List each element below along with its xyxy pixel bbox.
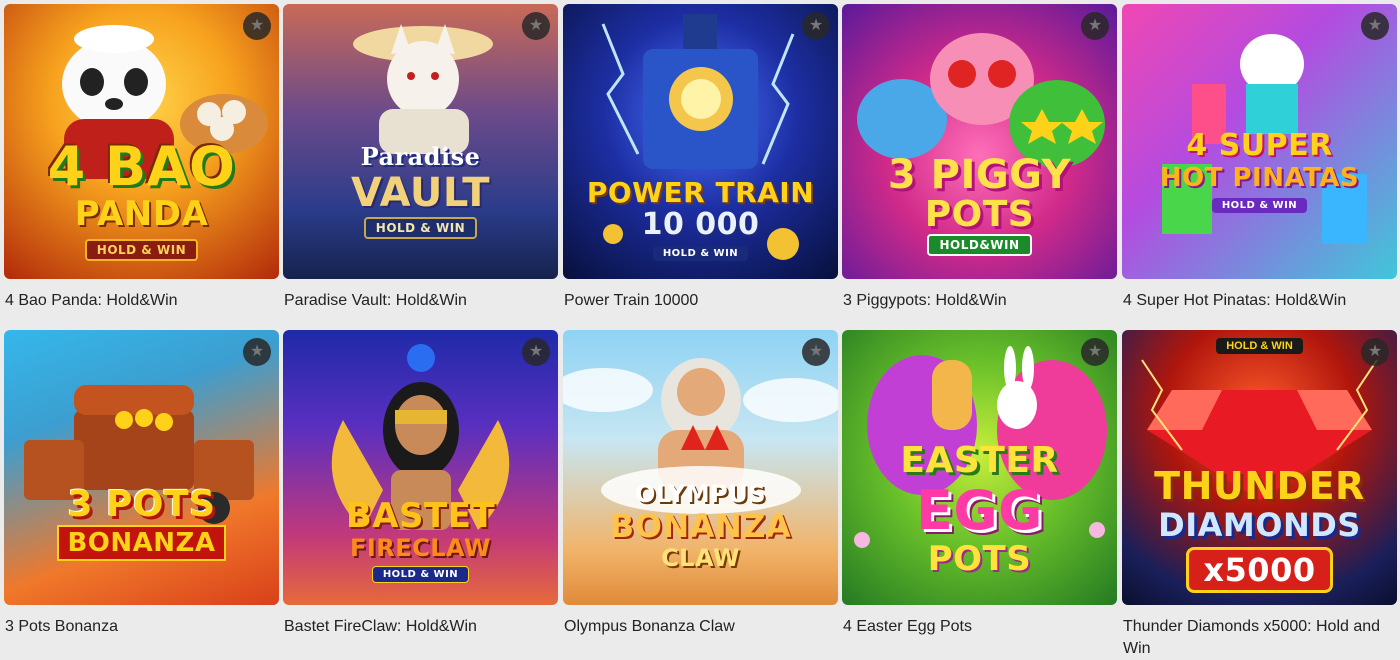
logo-line-3: CLAW xyxy=(661,544,740,572)
favorite-star-icon[interactable]: ★ xyxy=(802,12,830,40)
logo-line-1: THUNDER xyxy=(1154,464,1365,508)
game-logo: POWER TRAIN 10 000 HOLD & WIN xyxy=(563,176,838,261)
game-card[interactable]: 3 PIGGY POTS HOLD&WIN ★ 3 Piggypots: Hol… xyxy=(842,4,1117,312)
favorite-star-icon[interactable]: ★ xyxy=(243,12,271,40)
game-title[interactable]: Thunder Diamonds x5000: Hold and Win xyxy=(1122,616,1397,660)
logo-line-3: POTS xyxy=(927,539,1032,579)
game-title[interactable]: Paradise Vault: Hold&Win xyxy=(283,290,558,312)
game-thumbnail-olympus-bonanza-claw[interactable]: OLYMPUS BONANZA CLAW ★ xyxy=(563,330,838,605)
logo-line-1: 3 POTS xyxy=(67,484,216,525)
game-card[interactable]: OLYMPUS BONANZA CLAW ★ Olympus Bonanza C… xyxy=(563,330,838,638)
game-card[interactable]: EASTER EGG POTS ★ 4 Easter Egg Pots xyxy=(842,330,1117,638)
logo-line-2: POTS xyxy=(924,194,1035,235)
logo-line-3: x5000 xyxy=(1186,547,1333,593)
game-card[interactable]: 4 SUPER HOT PINATAS HOLD & WIN ★ 4 Super… xyxy=(1122,4,1397,312)
game-thumbnail-paradise-vault[interactable]: Paradise VAULT HOLD & WIN ★ xyxy=(283,4,558,279)
favorite-star-icon[interactable]: ★ xyxy=(1081,338,1109,366)
game-logo: 4 BAO PANDA HOLD & WIN xyxy=(4,139,279,261)
game-card[interactable]: Paradise VAULT HOLD & WIN ★ Paradise Vau… xyxy=(283,4,558,312)
logo-line-1: 4 BAO xyxy=(47,135,236,198)
game-title[interactable]: 4 Easter Egg Pots xyxy=(842,616,1117,638)
logo-line-2: FIRECLAW xyxy=(349,534,492,562)
game-thumbnail-3-piggypots[interactable]: 3 PIGGY POTS HOLD&WIN ★ xyxy=(842,4,1117,279)
game-logo: OLYMPUS BONANZA CLAW xyxy=(563,480,838,572)
logo-line-1: BASTET xyxy=(345,496,496,536)
game-logo: EASTER EGG POTS xyxy=(842,440,1117,578)
game-thumbnail-4-bao-panda[interactable]: 4 BAO PANDA HOLD & WIN ★ xyxy=(4,4,279,279)
logo-line-1: Paradise xyxy=(360,142,481,171)
game-title[interactable]: Power Train 10000 xyxy=(563,290,838,312)
game-thumbnail-bastet-fireclaw[interactable]: BASTET FIRECLAW HOLD & WIN ★ xyxy=(283,330,558,605)
logo-line-2: PANDA xyxy=(74,194,209,234)
game-card[interactable]: POWER TRAIN 10 000 HOLD & WIN ★ Power Tr… xyxy=(563,4,838,312)
logo-line-2: VAULT xyxy=(350,170,491,216)
favorite-star-icon[interactable]: ★ xyxy=(1081,12,1109,40)
game-logo: Paradise VAULT HOLD & WIN xyxy=(283,142,558,239)
game-grid: 4 BAO PANDA HOLD & WIN ★ 4 Bao Panda: Ho… xyxy=(0,0,1400,658)
favorite-star-icon[interactable]: ★ xyxy=(802,338,830,366)
favorite-star-icon[interactable]: ★ xyxy=(1361,338,1389,366)
game-logo: 4 SUPER HOT PINATAS HOLD & WIN xyxy=(1122,129,1397,213)
game-card[interactable]: HOLD & WIN THUNDER DIAMONDS x5000 ★ Thun… xyxy=(1122,330,1397,660)
game-card[interactable]: BASTET FIRECLAW HOLD & WIN ★ Bastet Fire… xyxy=(283,330,558,638)
favorite-star-icon[interactable]: ★ xyxy=(522,12,550,40)
game-title[interactable]: 3 Pots Bonanza xyxy=(4,616,279,638)
treasure-chest-illustration xyxy=(24,385,254,524)
favorite-star-icon[interactable]: ★ xyxy=(1361,12,1389,40)
game-thumbnail-super-hot-pinatas[interactable]: 4 SUPER HOT PINATAS HOLD & WIN ★ xyxy=(1122,4,1397,279)
hold-and-win-badge: HOLD&WIN xyxy=(927,234,1032,256)
logo-line-2: HOT PINATAS xyxy=(1159,163,1360,193)
logo-line-1: EASTER xyxy=(900,440,1059,481)
game-thumbnail-easter-egg-pots[interactable]: EASTER EGG POTS ★ xyxy=(842,330,1117,605)
game-logo: BASTET FIRECLAW HOLD & WIN xyxy=(283,498,558,583)
logo-line-2: BONANZA xyxy=(609,507,792,545)
logo-line-1: OLYMPUS xyxy=(634,480,767,508)
logo-line-2: DIAMONDS xyxy=(1158,506,1361,544)
game-card[interactable]: 3 POTS BONANZA ★ 3 Pots Bonanza xyxy=(4,330,279,638)
game-thumbnail-3-pots-bonanza[interactable]: 3 POTS BONANZA ★ xyxy=(4,330,279,605)
favorite-star-icon[interactable]: ★ xyxy=(522,338,550,366)
game-card[interactable]: 4 BAO PANDA HOLD & WIN ★ 4 Bao Panda: Ho… xyxy=(4,4,279,312)
hold-and-win-badge: HOLD & WIN xyxy=(652,246,749,261)
logo-line-2: EGG xyxy=(915,479,1044,542)
game-thumbnail-power-train[interactable]: POWER TRAIN 10 000 HOLD & WIN ★ xyxy=(563,4,838,279)
hold-and-win-badge: HOLD & WIN xyxy=(371,566,470,583)
game-title[interactable]: Olympus Bonanza Claw xyxy=(563,616,838,638)
logo-line-1: POWER TRAIN xyxy=(586,176,815,209)
game-title[interactable]: 4 Bao Panda: Hold&Win xyxy=(4,290,279,312)
game-logo: 3 PIGGY POTS HOLD&WIN xyxy=(842,154,1117,256)
favorite-star-icon[interactable]: ★ xyxy=(243,338,271,366)
logo-line-1: 3 PIGGY xyxy=(887,152,1072,198)
game-title[interactable]: 3 Piggypots: Hold&Win xyxy=(842,290,1117,312)
logo-line-2: 10 000 xyxy=(641,207,760,242)
hold-and-win-badge: HOLD & WIN xyxy=(84,239,199,261)
game-logo: 3 POTS BONANZA xyxy=(4,485,279,561)
logo-line-1: 4 SUPER xyxy=(1186,128,1333,163)
logo-line-2: BONANZA xyxy=(57,525,226,561)
game-thumbnail-thunder-diamonds[interactable]: HOLD & WIN THUNDER DIAMONDS x5000 ★ xyxy=(1122,330,1397,605)
game-title[interactable]: Bastet FireClaw: Hold&Win xyxy=(283,616,558,638)
hold-and-win-badge: HOLD & WIN xyxy=(363,217,478,239)
hold-and-win-badge: HOLD & WIN xyxy=(1211,198,1308,213)
game-title[interactable]: 4 Super Hot Pinatas: Hold&Win xyxy=(1122,290,1397,312)
game-logo: THUNDER DIAMONDS x5000 xyxy=(1122,465,1397,593)
